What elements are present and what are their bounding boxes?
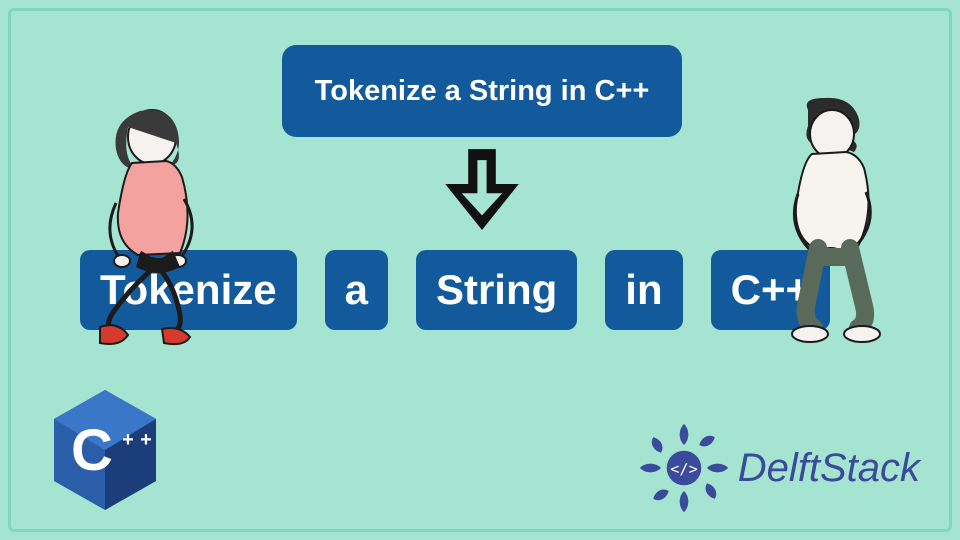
title-box: Tokenize a String in C++ <box>282 45 682 137</box>
cpp-logo-letter: C <box>71 418 113 483</box>
person-man-sitting-illustration <box>746 96 916 356</box>
person-woman-sitting-illustration <box>62 103 238 363</box>
title-text: Tokenize a String in C++ <box>315 75 650 108</box>
svg-text:</>: </> <box>670 460 698 478</box>
cpp-logo-plus1: + <box>122 429 134 451</box>
token-item: in <box>605 250 682 330</box>
brand-name: DelftStack <box>738 446 920 491</box>
brand-block: </> DelftStack <box>636 420 920 516</box>
token-label: String <box>436 266 557 314</box>
arrow-down-icon <box>436 148 528 233</box>
token-item: a <box>325 250 388 330</box>
cpp-language-logo-icon: C + + <box>50 388 160 512</box>
token-label: a <box>345 266 368 314</box>
cpp-logo-plus2: + <box>140 429 152 451</box>
token-item: String <box>416 250 577 330</box>
delftstack-emblem-icon: </> <box>636 420 732 516</box>
token-label: in <box>625 266 662 314</box>
